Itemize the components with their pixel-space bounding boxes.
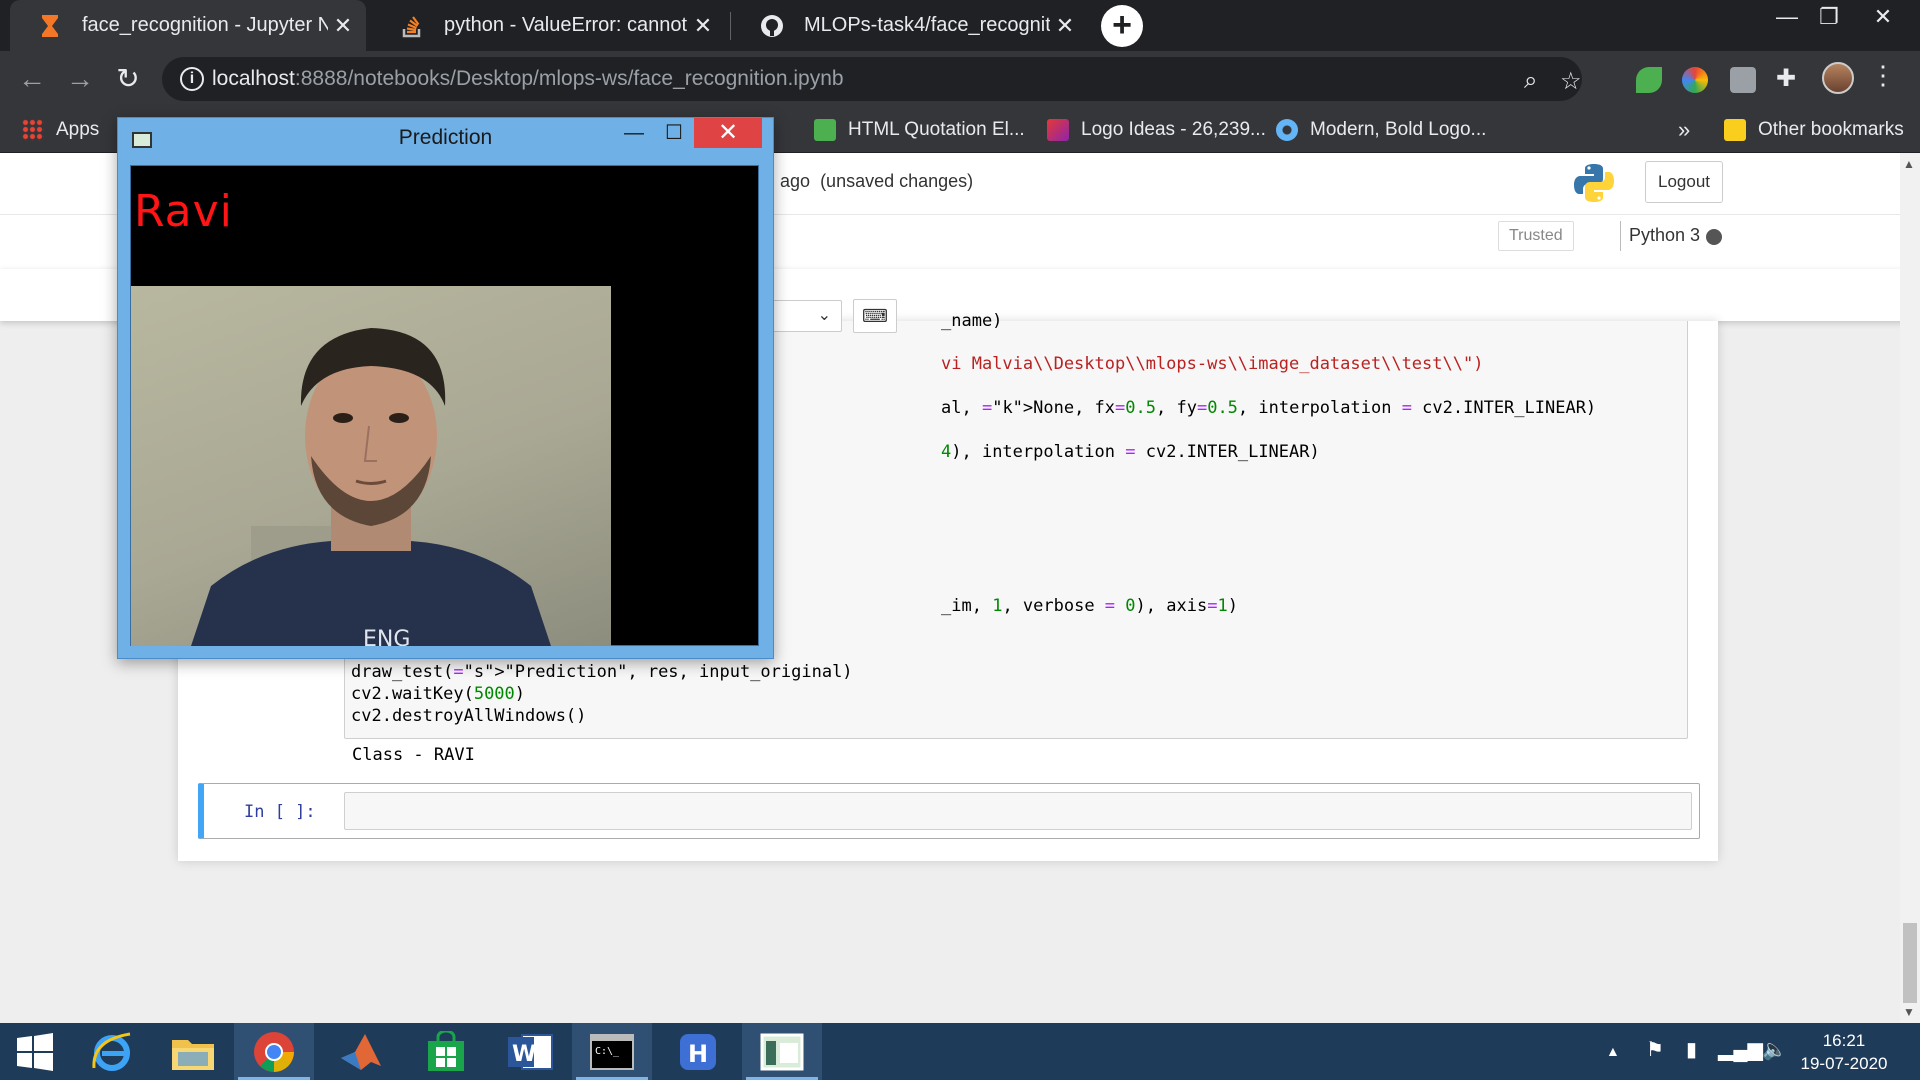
code-line: 4), interpolation = cv2.INTER_LINEAR) xyxy=(941,442,1320,462)
bookmark-html-quotation[interactable]: HTML Quotation El... xyxy=(814,115,1025,145)
tab-strip: face_recognition - Jupyter Notebook ✕ py… xyxy=(0,0,1920,51)
scroll-up-icon[interactable]: ▲ xyxy=(1903,157,1915,171)
url-text[interactable]: localhost:8888/notebooks/Desktop/mlops-w… xyxy=(212,67,844,91)
tab-stackoverflow[interactable]: python - ValueError: cannot reshape ✕ xyxy=(372,0,726,51)
code-line: draw_test(="s">"Prediction", res, input_… xyxy=(351,662,853,682)
tab-close-icon[interactable]: ✕ xyxy=(1050,13,1080,39)
code-line: al, ="k">None, fx=0.5, fy=0.5, interpola… xyxy=(941,398,1597,418)
logo-ideas-icon xyxy=(1047,119,1069,141)
logout-button[interactable]: Logout xyxy=(1645,161,1723,203)
github-icon xyxy=(760,14,784,38)
restore-window-icon[interactable]: ❐ xyxy=(1804,0,1854,34)
tab-title: MLOPs-task4/face_recognition.ipynb xyxy=(804,14,1050,36)
new-tab-button[interactable]: + xyxy=(1101,5,1143,47)
chrome-icon[interactable] xyxy=(234,1023,314,1080)
cell-input[interactable] xyxy=(344,792,1692,830)
extension-leaf-icon[interactable] xyxy=(1636,67,1662,93)
save-status: ago (unsaved changes) xyxy=(780,171,974,191)
gear-icon xyxy=(1276,119,1298,141)
extension-grammar-icon[interactable] xyxy=(1730,67,1756,93)
other-bookmarks[interactable]: Other bookmarks xyxy=(1724,115,1904,145)
battery-icon[interactable]: ▮ xyxy=(1686,1037,1697,1062)
cell-prompt: In [ ]: xyxy=(244,802,316,822)
info-icon[interactable]: i xyxy=(180,67,204,91)
network-icon[interactable]: ▂▄▆ xyxy=(1718,1037,1763,1062)
code-line: cv2.destroyAllWindows() xyxy=(351,706,587,726)
kernel-name[interactable]: Python 3 xyxy=(1620,221,1700,251)
reload-icon[interactable]: ↻ xyxy=(110,61,146,97)
browser-toolbar: ← → ↻ i localhost:8888/notebooks/Desktop… xyxy=(0,51,1920,107)
empty-code-cell[interactable]: In [ ]: xyxy=(198,783,1700,839)
folder-icon xyxy=(1724,119,1746,141)
svg-text:W: W xyxy=(512,1042,536,1067)
trusted-indicator[interactable]: Trusted xyxy=(1498,221,1574,251)
windows-taskbar: W C:\_ H ▲ ⚑ ▮ ▂▄▆ 🔈 16:21 19-07-2020 xyxy=(0,1023,1920,1080)
face-photo: ENG xyxy=(131,286,611,646)
opencv-window-icon[interactable] xyxy=(742,1023,822,1080)
bookmark-modern-logo[interactable]: Modern, Bold Logo... xyxy=(1276,115,1486,145)
scroll-down-icon[interactable]: ▼ xyxy=(1903,1005,1915,1019)
store-icon[interactable] xyxy=(406,1023,486,1080)
puzzle-icon[interactable]: ✚ xyxy=(1776,67,1802,93)
profile-avatar[interactable] xyxy=(1822,62,1854,94)
cell-output: Class - RAVI xyxy=(352,745,475,765)
bookmark-apps[interactable]: Apps xyxy=(22,115,99,145)
maximize-icon[interactable]: ☐ xyxy=(654,118,694,148)
hourglass-icon xyxy=(38,14,62,38)
cmd-icon[interactable]: C:\_ xyxy=(572,1023,652,1080)
matlab-icon[interactable] xyxy=(321,1023,401,1080)
zoom-icon[interactable]: ⌕ xyxy=(1524,67,1537,95)
tab-title: face_recognition - Jupyter Notebook xyxy=(82,14,328,36)
page-scrollbar[interactable]: ▲ ▼ xyxy=(1900,153,1920,1023)
tab-jupyter[interactable]: face_recognition - Jupyter Notebook ✕ xyxy=(10,0,366,51)
back-arrow-icon[interactable]: ← xyxy=(14,61,50,97)
svg-text:C:\_: C:\_ xyxy=(595,1046,620,1057)
forward-arrow-icon[interactable]: → xyxy=(62,61,98,97)
address-bar[interactable]: i localhost:8888/notebooks/Desktop/mlops… xyxy=(162,57,1582,101)
word-icon[interactable]: W xyxy=(490,1023,570,1080)
tab-close-icon[interactable]: ✕ xyxy=(688,13,718,39)
extension-color-icon[interactable] xyxy=(1682,67,1708,93)
close-window-icon[interactable]: ✕ xyxy=(1858,0,1908,34)
more-bookmarks-button[interactable]: » xyxy=(1678,115,1690,145)
keyboard-shortcuts-button[interactable]: ⌨ xyxy=(853,299,897,333)
file-explorer-icon[interactable] xyxy=(153,1023,233,1080)
close-icon[interactable]: ✕ xyxy=(694,118,762,148)
prediction-canvas: Ravi ENG xyxy=(130,165,759,646)
prediction-window[interactable]: Prediction — ☐ ✕ Ravi ENG xyxy=(117,117,774,659)
apps-grid-icon xyxy=(22,119,44,141)
svg-text:H: H xyxy=(688,1040,708,1068)
code-line: _im, 1, verbose = 0), axis=1) xyxy=(941,596,1238,616)
w3schools-icon xyxy=(814,119,836,141)
windows-logo-icon xyxy=(17,1032,53,1071)
show-hidden-icons[interactable]: ▲ xyxy=(1606,1043,1620,1059)
code-line: _name) xyxy=(941,311,1003,331)
h-app-icon[interactable]: H xyxy=(658,1023,738,1080)
tab-separator xyxy=(730,12,731,40)
python-logo xyxy=(1574,164,1614,202)
ie-icon[interactable] xyxy=(72,1023,152,1080)
tab-close-icon[interactable]: ✕ xyxy=(328,13,358,39)
star-icon[interactable]: ☆ xyxy=(1560,67,1582,96)
flag-icon[interactable]: ⚑ xyxy=(1646,1037,1664,1062)
tab-github[interactable]: MLOPs-task4/face_recognition.ipynb ✕ xyxy=(732,0,1088,51)
scrollbar-thumb[interactable] xyxy=(1903,923,1917,1003)
cell-type-dropdown[interactable]: ⌄ xyxy=(770,300,842,332)
menu-dots-icon[interactable]: ⋮ xyxy=(1870,60,1896,91)
taskbar-clock[interactable]: 16:21 19-07-2020 xyxy=(1784,1029,1904,1075)
kernel-status-icon xyxy=(1706,229,1722,245)
bookmark-logo-ideas[interactable]: Logo Ideas - 26,239... xyxy=(1047,115,1266,145)
minimize-icon[interactable]: — xyxy=(614,118,654,148)
code-line: cv2.waitKey(5000) xyxy=(351,684,526,704)
stackoverflow-icon xyxy=(400,14,424,38)
predicted-label: Ravi xyxy=(134,186,233,237)
tab-title: python - ValueError: cannot reshape xyxy=(444,14,688,36)
code-line: vi Malvia\\Desktop\\mlops-ws\\image_data… xyxy=(941,354,1484,374)
svg-text:ENG: ENG xyxy=(363,627,410,646)
start-button[interactable] xyxy=(0,1023,70,1080)
